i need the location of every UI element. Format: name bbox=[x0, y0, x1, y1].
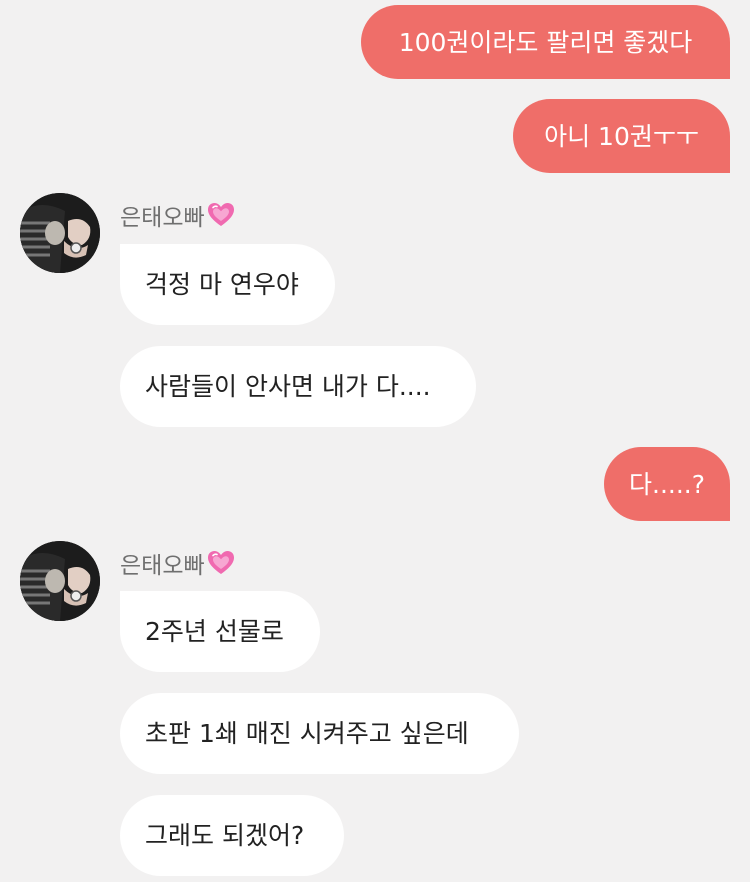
message-text: 아니 10권ㅜㅜ bbox=[544, 121, 699, 151]
outgoing-message[interactable]: 아니 10권ㅜㅜ bbox=[513, 99, 730, 173]
outgoing-message[interactable]: 100권이라도 팔리면 좋겠다 bbox=[361, 5, 730, 79]
message-text: 초판 1쇄 매진 시켜주고 싶은데 bbox=[145, 719, 469, 748]
incoming-message[interactable]: 초판 1쇄 매진 시켜주고 싶은데 bbox=[120, 693, 519, 774]
message-text: 걱정 마 연우야 bbox=[145, 270, 299, 299]
sender-name: 은태오빠 bbox=[120, 200, 235, 231]
heart-icon bbox=[207, 203, 234, 226]
sender-avatar[interactable] bbox=[20, 541, 100, 621]
incoming-message[interactable]: 2주년 선물로 bbox=[120, 591, 320, 672]
heart-icon bbox=[207, 551, 234, 574]
message-text: 다.....? bbox=[629, 469, 706, 499]
avatar-photo-icon bbox=[20, 193, 100, 273]
sender-name: 은태오빠 bbox=[120, 548, 235, 579]
sender-avatar[interactable] bbox=[20, 193, 100, 273]
incoming-message[interactable]: 사람들이 안사면 내가 다.... bbox=[120, 346, 476, 427]
avatar-photo-icon bbox=[20, 541, 100, 621]
chat-thread: 100권이라도 팔리면 좋겠다 아니 10권ㅜㅜ 은태오빠 걱정 마 연우야 사… bbox=[0, 0, 750, 882]
outgoing-message[interactable]: 다.....? bbox=[604, 447, 730, 521]
message-text: 100권이라도 팔리면 좋겠다 bbox=[398, 27, 693, 57]
message-text: 그래도 되겠어? bbox=[145, 821, 305, 850]
incoming-message[interactable]: 걱정 마 연우야 bbox=[120, 244, 335, 325]
message-text: 사람들이 안사면 내가 다.... bbox=[145, 372, 431, 401]
message-text: 2주년 선물로 bbox=[145, 617, 284, 646]
incoming-message[interactable]: 그래도 되겠어? bbox=[120, 795, 344, 876]
